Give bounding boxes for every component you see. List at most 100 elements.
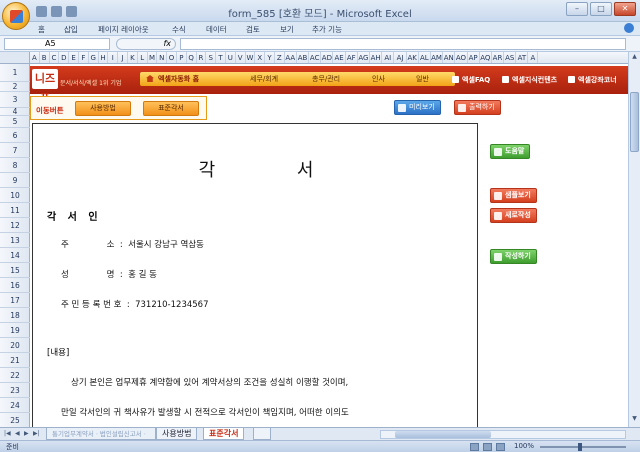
row-header[interactable]: 7	[0, 143, 30, 158]
tab-view[interactable]: 보기	[280, 24, 294, 35]
column-header[interactable]: AA	[285, 52, 297, 63]
column-header[interactable]: U	[226, 52, 236, 63]
column-header[interactable]: AM	[431, 52, 444, 63]
scroll-down-icon[interactable]: ▼	[630, 414, 639, 424]
column-header[interactable]: AO	[455, 52, 468, 63]
column-header[interactable]: AR	[492, 52, 505, 63]
row-header[interactable]: 8	[0, 158, 30, 173]
page-break-view-icon[interactable]	[496, 443, 505, 451]
column-header[interactable]: M	[148, 52, 158, 63]
column-header[interactable]: AJ	[394, 52, 407, 63]
column-header[interactable]: AG	[358, 52, 371, 63]
column-header[interactable]: X	[255, 52, 266, 63]
column-header[interactable]: J	[118, 52, 128, 63]
column-header[interactable]: AD	[321, 52, 334, 63]
nav-hr[interactable]: 인사	[372, 74, 385, 84]
column-header[interactable]: AT	[516, 52, 529, 63]
content-paragraph-1[interactable]: 상기 본인은 업무제휴 계약함에 있어 계약서상의 조건을 성실히 이행할 것이…	[71, 376, 348, 388]
column-header[interactable]: AK	[407, 52, 419, 63]
horizontal-scroll-thumb[interactable]	[395, 431, 491, 438]
zoom-knob[interactable]	[578, 443, 582, 451]
tab-home[interactable]: 홈	[38, 24, 45, 35]
column-header[interactable]: B	[40, 52, 50, 63]
column-header[interactable]: K	[128, 52, 138, 63]
select-all-corner[interactable]	[0, 52, 30, 63]
column-header[interactable]: AS	[504, 52, 517, 63]
row-header[interactable]: 19	[0, 323, 30, 338]
column-header[interactable]: N	[157, 52, 168, 63]
column-header[interactable]: R	[197, 52, 207, 63]
column-header[interactable]: I	[108, 52, 119, 63]
print-button[interactable]: 출력하기	[454, 100, 501, 115]
row-header[interactable]: 24	[0, 398, 30, 413]
brand-logo[interactable]: 니즈폼	[32, 69, 58, 105]
row-header[interactable]: 12	[0, 218, 30, 233]
column-header[interactable]: C	[50, 52, 60, 63]
row-header[interactable]: 10	[0, 188, 30, 203]
column-header[interactable]: AF	[346, 52, 358, 63]
row-header[interactable]: 21	[0, 353, 30, 368]
tab-nav-next-icon[interactable]: ▶	[24, 430, 29, 437]
column-header[interactable]: Q	[187, 52, 197, 63]
tab-data[interactable]: 데이터	[206, 24, 227, 35]
nav-general-affairs[interactable]: 총무/관리	[312, 74, 340, 84]
normal-view-icon[interactable]	[470, 443, 479, 451]
insert-sheet-icon[interactable]	[253, 428, 271, 440]
column-header[interactable]: E	[69, 52, 79, 63]
row-header[interactable]: 13	[0, 233, 30, 248]
row-header[interactable]: 14	[0, 248, 30, 263]
column-header[interactable]: AE	[333, 52, 346, 63]
column-header[interactable]: AB	[297, 52, 310, 63]
help-icon[interactable]	[624, 23, 634, 33]
row-header[interactable]: 1	[0, 64, 30, 82]
column-header[interactable]: P	[177, 52, 187, 63]
standard-pledge-button[interactable]: 표준각서	[143, 101, 199, 116]
column-header[interactable]: L	[138, 52, 148, 63]
nav-general[interactable]: 일반	[416, 74, 429, 84]
name-box[interactable]: A5	[4, 38, 110, 50]
column-header[interactable]: AL	[419, 52, 431, 63]
sheet-tab-hidden-list[interactable]: 통기업무계약서ㆍ법인설립신고서ㆍ	[46, 428, 156, 440]
sheet-tab-standard-pledge[interactable]: 표준각서	[203, 428, 245, 440]
row-header[interactable]: 18	[0, 308, 30, 323]
worksheet[interactable]: 니즈폼 문서/서식/엑셀 1위 기업 엑셀자동화 홈 세무/회계 총무/관리 인…	[30, 64, 628, 427]
vertical-scroll-thumb[interactable]	[630, 92, 639, 152]
vertical-scrollbar[interactable]: ▲ ▼	[628, 52, 640, 427]
column-header[interactable]: W	[246, 52, 256, 63]
row-header[interactable]: 9	[0, 173, 30, 188]
column-header[interactable]: Z	[275, 52, 285, 63]
compose-button[interactable]: 작성하기	[490, 249, 537, 264]
close-button[interactable]: ✕	[614, 2, 636, 16]
row-header[interactable]: 15	[0, 263, 30, 278]
minimize-button[interactable]: –	[566, 2, 588, 16]
row-header[interactable]: 5	[0, 116, 30, 128]
column-header[interactable]: A	[30, 52, 40, 63]
nav-tax-accounting[interactable]: 세무/회계	[250, 74, 278, 84]
tab-nav-last-icon[interactable]: ▶|	[33, 430, 40, 437]
column-header[interactable]: D	[59, 52, 70, 63]
link-excel-knowledge[interactable]: 엑셀지식컨텐츠	[502, 75, 557, 85]
tab-review[interactable]: 검토	[246, 24, 260, 35]
office-button[interactable]	[2, 2, 30, 30]
column-header[interactable]: A	[528, 52, 539, 63]
page-layout-view-icon[interactable]	[483, 443, 492, 451]
tab-nav-prev-icon[interactable]: ◀	[15, 430, 20, 437]
help-button[interactable]: 도움말	[490, 144, 531, 159]
column-header[interactable]: AQ	[480, 52, 492, 63]
zoom-slider[interactable]	[540, 443, 626, 451]
fx-button[interactable]: fx	[116, 38, 176, 50]
sample-view-button[interactable]: 샘플보기	[490, 188, 537, 203]
field-address-value[interactable]: 서울시 강남구 역삼동	[128, 240, 204, 250]
row-header[interactable]: 2	[0, 82, 30, 92]
preview-button[interactable]: 미리보기	[394, 100, 441, 115]
row-header[interactable]: 23	[0, 383, 30, 398]
row-header[interactable]: 16	[0, 278, 30, 293]
field-resident-number-value[interactable]: 731210-1234567	[135, 300, 208, 310]
sheet-tab-usage[interactable]: 사용방법	[156, 428, 198, 440]
row-header[interactable]: 11	[0, 203, 30, 218]
maximize-button[interactable]: □	[590, 2, 612, 16]
column-header[interactable]: G	[89, 52, 99, 63]
zoom-level[interactable]: 100%	[514, 442, 534, 450]
row-header[interactable]: 17	[0, 293, 30, 308]
row-header[interactable]: 20	[0, 338, 30, 353]
